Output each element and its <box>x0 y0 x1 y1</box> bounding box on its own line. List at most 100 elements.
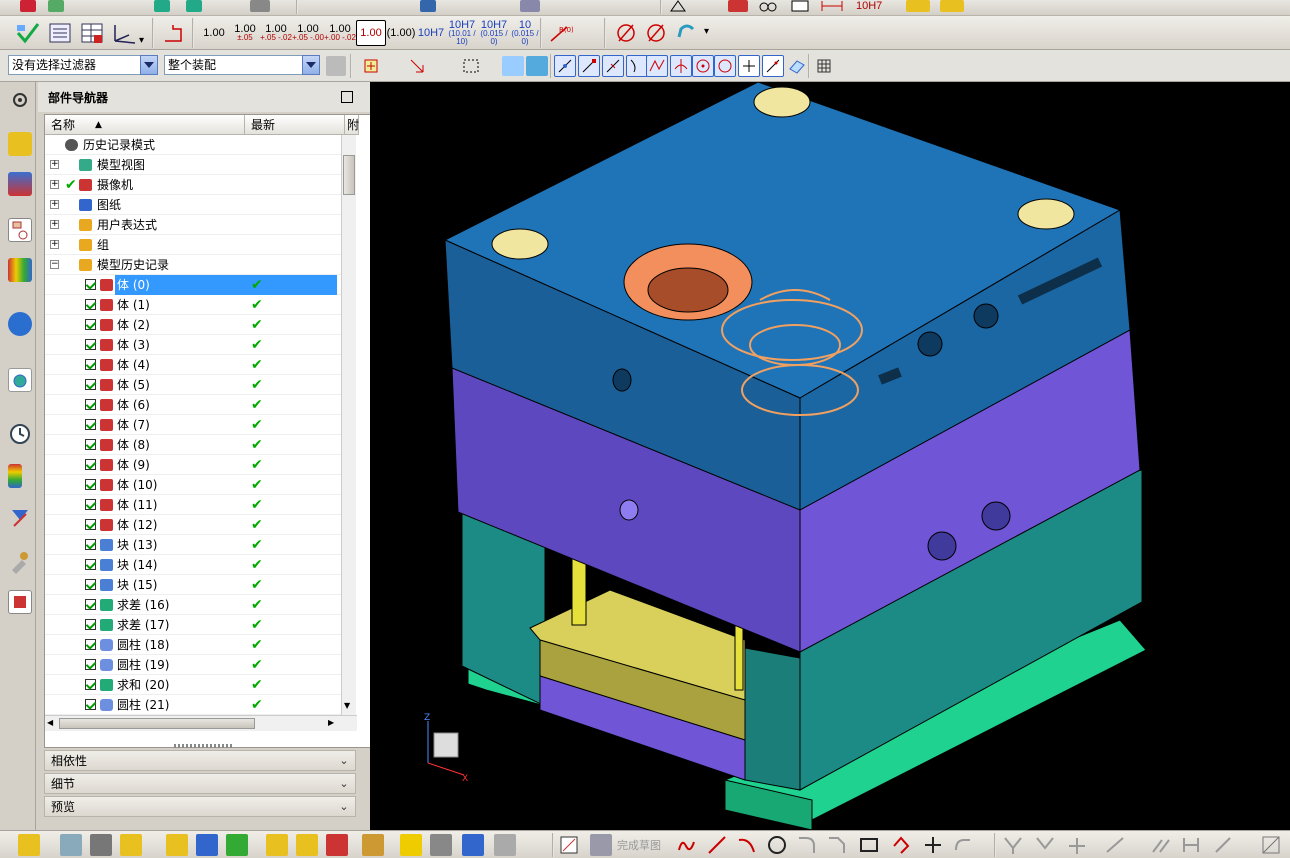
tree-node[interactable]: + 用户表达式 <box>45 215 345 235</box>
reuse-library-icon[interactable] <box>8 258 32 282</box>
settings-icon[interactable] <box>8 88 32 112</box>
gear-icon[interactable] <box>326 56 346 76</box>
check-icon[interactable] <box>154 0 170 12</box>
rectangle-select-icon[interactable] <box>460 56 482 76</box>
splitter-handle[interactable] <box>174 744 234 748</box>
grid-icon[interactable] <box>814 56 834 76</box>
tolerance-label[interactable]: 10H7 <box>856 0 882 12</box>
grid-icon[interactable] <box>90 834 112 856</box>
feature-row[interactable]: 圆柱 (21) ✔ <box>45 695 345 715</box>
snap-control-icon[interactable] <box>646 55 668 77</box>
feature-row[interactable]: 求差 (16) ✔ <box>45 595 345 615</box>
mate-icon[interactable] <box>196 834 218 856</box>
snap-center-icon[interactable] <box>692 55 714 77</box>
expand-icon[interactable]: + <box>50 160 59 169</box>
feature-checkbox[interactable] <box>85 459 96 470</box>
feature-checkbox[interactable] <box>85 319 96 330</box>
corner-icon[interactable] <box>1066 834 1088 856</box>
constraint-icon[interactable] <box>166 834 188 856</box>
dimension-icon[interactable] <box>1180 834 1202 856</box>
cube-icon[interactable] <box>502 56 524 76</box>
table-icon[interactable] <box>78 20 106 46</box>
column-header-third[interactable]: 附 <box>345 115 359 135</box>
chevron-down-icon[interactable]: ⌄ <box>333 751 355 770</box>
point-icon[interactable] <box>922 834 944 856</box>
explode-icon[interactable] <box>362 834 384 856</box>
plus-icon[interactable] <box>728 0 748 12</box>
list-icon[interactable] <box>46 20 74 46</box>
snap-face-icon[interactable] <box>786 56 808 76</box>
feature-row[interactable]: 体 (12) ✔ <box>45 515 345 535</box>
feature-checkbox[interactable] <box>85 339 96 350</box>
feature-checkbox[interactable] <box>85 499 96 510</box>
csys-icon[interactable]: ▾ <box>108 20 148 46</box>
feature-checkbox[interactable] <box>85 279 96 290</box>
add-component-icon[interactable] <box>120 834 142 856</box>
array-icon[interactable] <box>296 834 318 856</box>
snap-point-icon[interactable] <box>358 56 380 76</box>
component-icon[interactable] <box>60 834 82 856</box>
feature-row[interactable]: 块 (14) ✔ <box>45 555 345 575</box>
chevron-down-icon[interactable] <box>140 55 158 75</box>
tree-node[interactable]: 历史记录模式 <box>45 135 345 155</box>
horizontal-scrollbar[interactable]: ◀ ▶ <box>45 715 357 731</box>
move-icon[interactable] <box>266 834 288 856</box>
radius-icon[interactable]: R(0) <box>546 20 574 46</box>
profile-icon[interactable] <box>676 834 698 856</box>
snap-point-on-curve-icon[interactable] <box>762 55 784 77</box>
triangle-icon[interactable] <box>670 0 686 12</box>
feature-checkbox[interactable] <box>85 419 96 430</box>
feature-row[interactable]: 体 (0) ✔ <box>45 275 345 295</box>
dimension-style-button[interactable]: 10 (0.015 / 0) <box>510 20 540 46</box>
feature-row[interactable]: 体 (10) ✔ <box>45 475 345 495</box>
selection-filter-select[interactable]: 没有选择过滤器 <box>8 55 158 75</box>
cylinder-icon[interactable] <box>420 0 436 12</box>
panel-0[interactable]: 相依性 ⌄ <box>44 750 356 771</box>
scroll-right-icon[interactable]: ▶ <box>328 718 334 727</box>
graphics-window[interactable]: Z X <box>370 82 1290 830</box>
snap-line-icon[interactable] <box>578 55 600 77</box>
diameter-icon[interactable] <box>642 20 670 46</box>
offset-curve-icon[interactable] <box>952 834 974 856</box>
feature-row[interactable]: 体 (6) ✔ <box>45 395 345 415</box>
snap-quadrant-icon[interactable] <box>714 55 736 77</box>
feature-row[interactable]: 体 (3) ✔ <box>45 335 345 355</box>
process-studio-icon[interactable] <box>8 506 32 530</box>
dimension-style-button[interactable]: 10H7 (10.01 / 10) <box>446 20 478 46</box>
tree-node[interactable]: + 图纸 <box>45 195 345 215</box>
trim-icon[interactable] <box>1002 834 1024 856</box>
vertical-scrollbar[interactable]: ▼ <box>341 135 356 715</box>
feature-checkbox[interactable] <box>85 479 96 490</box>
scroll-down-icon[interactable]: ▼ <box>344 701 350 710</box>
mirror-icon[interactable] <box>326 834 348 856</box>
column-header-latest[interactable]: 最新 <box>245 115 345 135</box>
feature-checkbox[interactable] <box>85 579 96 590</box>
feature-checkbox[interactable] <box>85 599 96 610</box>
snap-intersect-icon[interactable] <box>670 55 692 77</box>
circles-icon[interactable] <box>758 0 778 12</box>
snap-mid-icon[interactable] <box>602 55 624 77</box>
feature-row[interactable]: 体 (2) ✔ <box>45 315 345 335</box>
feature-row[interactable]: 体 (9) ✔ <box>45 455 345 475</box>
assembly-scope-select[interactable]: 整个装配 <box>164 55 320 75</box>
toolbar-dropdown-icon[interactable]: ▾ <box>704 26 709 37</box>
history-icon[interactable] <box>8 422 32 446</box>
feature-checkbox[interactable] <box>85 439 96 450</box>
feature-checkbox[interactable] <box>85 399 96 410</box>
part-navigator-icon[interactable] <box>8 218 32 242</box>
expand-icon[interactable]: + <box>50 180 59 189</box>
feature-checkbox[interactable] <box>85 299 96 310</box>
web-browser-icon[interactable] <box>8 368 32 392</box>
feature-row[interactable]: 求和 (20) ✔ <box>45 675 345 695</box>
manufacturing-wizard-icon[interactable] <box>8 550 32 574</box>
show-constraints-icon[interactable] <box>1260 834 1282 856</box>
scroll-left-icon[interactable]: ◀ <box>47 718 53 727</box>
tree-node[interactable]: + ✔ 摄像机 <box>45 175 345 195</box>
snap-curve-icon[interactable] <box>626 55 648 77</box>
mirror-curve-icon[interactable] <box>1104 834 1126 856</box>
cube-icon[interactable] <box>526 56 548 76</box>
feature-checkbox[interactable] <box>85 699 96 710</box>
feature-checkbox[interactable] <box>85 359 96 370</box>
note-icon[interactable] <box>790 0 810 12</box>
snap-endpoint-icon[interactable] <box>554 55 576 77</box>
